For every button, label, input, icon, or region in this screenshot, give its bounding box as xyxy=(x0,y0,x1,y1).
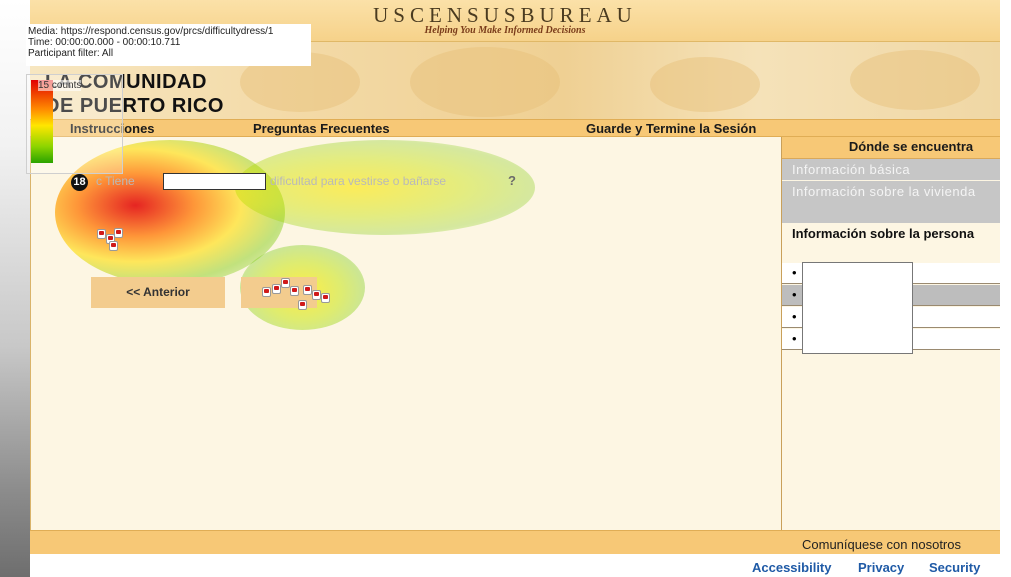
time-range: Time: 00:00:00.000 - 00:00:10.711 xyxy=(28,37,181,48)
nav-preguntas-frecuentes[interactable]: Preguntas Frecuentes xyxy=(253,121,390,136)
question-mark: ? xyxy=(508,173,516,188)
click-marker xyxy=(303,285,312,295)
click-marker xyxy=(114,228,123,238)
question-fragment-a: Tiene xyxy=(105,174,135,188)
security-link[interactable]: Security xyxy=(929,560,980,575)
click-marker xyxy=(312,290,321,300)
redaction-box xyxy=(802,262,913,354)
click-marker xyxy=(281,278,290,288)
question-input[interactable] xyxy=(163,173,266,190)
question-text-middle: dificultad para vestirse o bañarse xyxy=(270,174,447,188)
question-text-start: c Tiene xyxy=(96,174,135,188)
click-marker xyxy=(298,300,307,310)
privacy-link[interactable]: Privacy xyxy=(858,560,904,575)
click-marker xyxy=(109,241,118,251)
legend-count-label: 15 counts xyxy=(38,80,82,91)
legend-color-scale xyxy=(31,80,53,163)
banner-decoration xyxy=(850,50,980,110)
banner-decoration xyxy=(650,57,760,112)
bullet: • xyxy=(792,265,797,280)
bullet: • xyxy=(792,331,797,346)
question-number: 18 xyxy=(71,174,88,191)
question-prefix: c xyxy=(96,174,102,188)
bullet: • xyxy=(792,287,797,302)
nav-guarde-termine[interactable]: Guarde y Termine la Sesión xyxy=(586,121,756,136)
panel-item-basica[interactable]: Información básica xyxy=(782,159,1000,180)
click-marker xyxy=(272,284,281,294)
panel-title: Dónde se encuentra xyxy=(782,137,1000,159)
participant-filter: Participant filter: All xyxy=(28,48,114,59)
click-marker xyxy=(262,287,271,297)
click-marker xyxy=(321,293,330,303)
banner-decoration xyxy=(410,47,560,117)
click-marker xyxy=(290,286,299,296)
media-url: Media: https://respond.census.gov/prcs/d… xyxy=(28,26,274,37)
panel-item-persona: Información sobre la persona xyxy=(782,223,1000,263)
accessibility-link[interactable]: Accessibility xyxy=(752,560,832,575)
anterior-button[interactable]: << Anterior xyxy=(91,277,225,308)
panel-item-vivienda[interactable]: Información sobre la vivienda xyxy=(782,181,1000,223)
bureau-tagline: Helping You Make Informed Decisions xyxy=(424,25,586,36)
contact-link[interactable]: Comuníquese con nosotros xyxy=(802,537,961,552)
bullet: • xyxy=(792,309,797,324)
click-marker xyxy=(97,229,106,239)
top-navigation: Instrucciones Preguntas Frecuentes Guard… xyxy=(30,119,1000,137)
